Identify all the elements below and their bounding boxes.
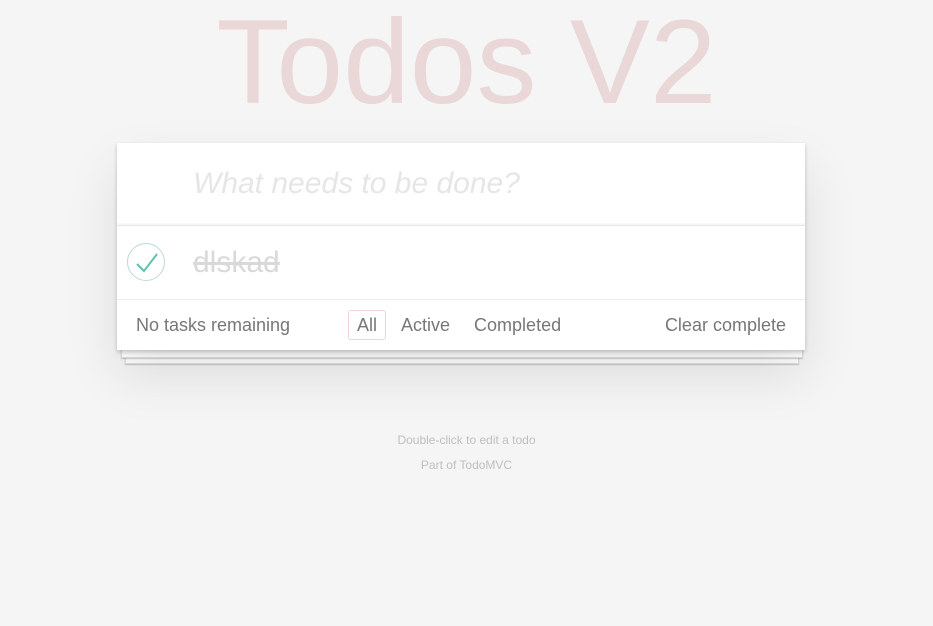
info-hint: Double-click to edit a todo (397, 433, 536, 447)
todo-footer: No tasks remaining All Active Completed … (117, 300, 805, 350)
todo-app: dlskad No tasks remaining All Active Com… (117, 143, 805, 350)
todo-toggle[interactable] (127, 243, 165, 281)
page: Todos V2 dlskad No tasks remaining All (0, 0, 933, 626)
clear-completed-button[interactable]: Clear complete (665, 300, 786, 350)
todo-label[interactable]: dlskad (193, 226, 280, 299)
filter-completed-link[interactable]: Completed (465, 310, 570, 340)
filter-item-completed: Completed (465, 310, 570, 340)
info-footer: Double-click to edit a todo Part of Todo… (0, 428, 933, 478)
filter-item-active: Active (392, 310, 459, 340)
filter-active-link[interactable]: Active (392, 310, 459, 340)
filters: All Active Completed (348, 310, 573, 340)
filter-item-all: All (348, 310, 387, 340)
app-title: Todos V2 (216, 0, 717, 129)
todo-item[interactable]: dlskad (117, 226, 805, 300)
check-icon (136, 253, 158, 273)
info-credit: Part of TodoMVC (420, 458, 513, 472)
filter-all-link[interactable]: All (348, 310, 387, 340)
new-todo-row (117, 143, 805, 226)
new-todo-input[interactable] (117, 143, 805, 225)
todo-count: No tasks remaining (136, 315, 291, 335)
stack-decoration-1 (121, 349, 803, 358)
todo-list: dlskad (117, 226, 805, 300)
